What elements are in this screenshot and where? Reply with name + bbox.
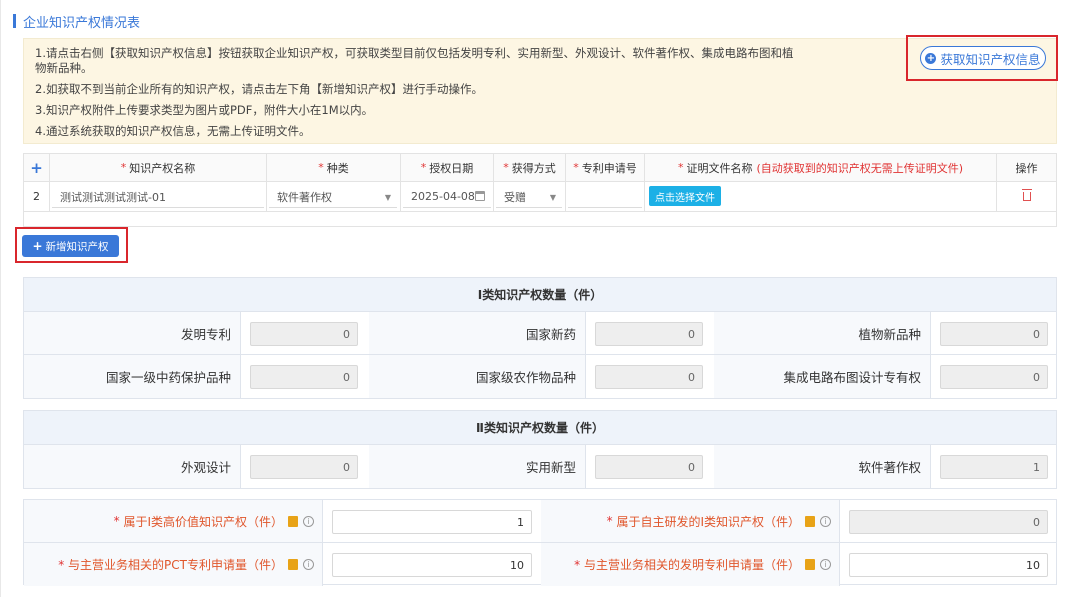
- value-software-copyright: 1: [940, 455, 1048, 479]
- header-acquire-method: * 获得方式: [494, 154, 566, 181]
- notice-line-1: 1.请点击右侧【获取知识产权信息】按钮获取企业知识产权，可获取类型目前仅包括发明…: [35, 46, 794, 60]
- invention-patent-apply-input[interactable]: 10: [849, 553, 1048, 577]
- label-class1-self-developed: * 属于自主研发的Ⅰ类知识产权（件） i: [541, 500, 840, 542]
- book-icon[interactable]: [805, 559, 815, 570]
- stats-row-1: * 属于Ⅰ类高价值知识产权（件） i 1 * 属于自主研发的Ⅰ类知识产权（件） …: [24, 500, 1056, 543]
- label-ic-layout: 集成电路布图设计专有权: [714, 355, 931, 398]
- ip-table-header: + * 知识产权名称 * 种类 * 授权日期 * 获得方式 * 专利申请号 * 证明文件名称…: [24, 154, 1056, 182]
- class1-title: Ⅰ类知识产权数量（件）: [24, 278, 1056, 312]
- grant-date-picker[interactable]: 2025-04-08: [403, 186, 491, 208]
- label-national-new-drug: 国家新药: [369, 312, 586, 354]
- section-title: 企业知识产权情况表: [23, 15, 141, 31]
- value-crop-variety: 0: [595, 365, 703, 389]
- info-icon[interactable]: i: [303, 559, 314, 570]
- ip-type-select[interactable]: 软件著作权 ▼: [269, 186, 397, 208]
- notice-line-2: 2.如获取不到当前企业所有的知识产权，请点击左下角【新增知识产权】进行手动操作。: [35, 82, 483, 96]
- value-design: 0: [250, 455, 358, 479]
- label-design: 外观设计: [24, 445, 241, 488]
- value-utility-model: 0: [595, 455, 703, 479]
- table-row: 2 测试测试测试测试-01 软件著作权 ▼ 2025-04-08 受赠 ▼ 点击…: [24, 182, 1056, 212]
- label-class1-high-value: * 属于Ⅰ类高价值知识产权（件） i: [24, 500, 323, 542]
- acquire-method-select[interactable]: 受赠 ▼: [496, 186, 562, 208]
- page-frame: 企业知识产权情况表 1.请点击右侧【获取知识产权信息】按钮获取企业知识产权，可获…: [0, 0, 1080, 597]
- plus-circle-icon: +: [925, 52, 937, 64]
- pct-patent-input[interactable]: 10: [332, 553, 532, 577]
- add-ip-label: 新增知识产权: [45, 240, 109, 253]
- value-new-plant-variety: 0: [940, 322, 1048, 346]
- delete-row-button[interactable]: [997, 182, 1056, 211]
- chevron-down-icon: ▼: [384, 193, 391, 202]
- notice-box: 1.请点击右侧【获取知识产权信息】按钮获取企业知识产权，可获取类型目前仅包括发明…: [23, 38, 1057, 144]
- label-new-plant-variety: 植物新品种: [714, 312, 931, 354]
- add-ip-button[interactable]: + 新增知识产权: [22, 235, 119, 257]
- class2-title: Ⅱ类知识产权数量（件）: [24, 411, 1056, 445]
- value-tcm-protection: 0: [250, 365, 358, 389]
- chevron-down-icon: ▼: [549, 193, 556, 202]
- fetch-ip-info-button[interactable]: + 获取知识产权信息: [920, 46, 1046, 70]
- stats-row-2: * 与主营业务相关的PCT专利申请量（件） i 10 * 与主营业务相关的发明专…: [24, 543, 1056, 586]
- class1-high-value-input[interactable]: 1: [332, 510, 532, 534]
- label-invention-patent: 发明专利: [24, 312, 241, 354]
- notice-line-1b: 物新品种。: [35, 61, 93, 75]
- book-icon[interactable]: [288, 559, 298, 570]
- notice-line-4: 4.通过系统获取的知识产权信息，无需上传证明文件。: [35, 124, 311, 138]
- book-icon[interactable]: [288, 515, 298, 527]
- add-row-button[interactable]: +: [24, 154, 50, 181]
- section-header: 企业知识产权情况表: [13, 12, 141, 31]
- header-ip-name: * 知识产权名称: [50, 154, 267, 181]
- class1-summary-table: Ⅰ类知识产权数量（件） 发明专利 0 国家新药 0 植物新品种 0 国家一级中药…: [23, 277, 1057, 399]
- label-utility-model: 实用新型: [369, 445, 586, 488]
- label-pct-patent: * 与主营业务相关的PCT专利申请量（件） i: [24, 543, 323, 586]
- ip-table: + * 知识产权名称 * 种类 * 授权日期 * 获得方式 * 专利申请号 * 证明文件名称…: [23, 153, 1057, 227]
- patent-no-input[interactable]: [568, 186, 642, 208]
- class1-row-1: 发明专利 0 国家新药 0 植物新品种 0: [24, 312, 1056, 355]
- class2-summary-table: Ⅱ类知识产权数量（件） 外观设计 0 实用新型 0 软件著作权 1: [23, 410, 1057, 489]
- plus-icon: +: [32, 239, 43, 253]
- value-national-new-drug: 0: [595, 322, 703, 346]
- label-software-copyright: 软件著作权: [714, 445, 931, 488]
- row-index: 2: [24, 182, 50, 211]
- ip-stats-form: * 属于Ⅰ类高价值知识产权（件） i 1 * 属于自主研发的Ⅰ类知识产权（件） …: [23, 499, 1057, 586]
- add-button-highlight: + 新增知识产权: [15, 227, 128, 263]
- fetch-ip-info-label: 获取知识产权信息: [940, 51, 1041, 67]
- header-ip-type: * 种类: [267, 154, 401, 181]
- label-tcm-protection: 国家一级中药保护品种: [24, 355, 241, 398]
- value-invention-patent: 0: [250, 322, 358, 346]
- info-icon[interactable]: i: [820, 559, 831, 570]
- calendar-icon: [475, 191, 485, 201]
- fetch-button-highlight: + 获取知识产权信息: [906, 35, 1058, 81]
- book-icon[interactable]: [805, 515, 815, 527]
- header-grant-date: * 授权日期: [401, 154, 494, 181]
- value-ic-layout: 0: [940, 365, 1048, 389]
- class1-row-2: 国家一级中药保护品种 0 国家级农作物品种 0 集成电路布图设计专有权 0: [24, 355, 1056, 398]
- title-accent-bar: [13, 14, 16, 28]
- notice-line-3: 3.知识产权附件上传要求类型为图片或PDF，附件大小在1M以内。: [35, 103, 374, 117]
- info-icon[interactable]: i: [303, 515, 314, 527]
- class1-self-developed-input: 0: [849, 510, 1048, 534]
- choose-file-button[interactable]: 点击选择文件: [649, 186, 721, 206]
- class2-row-1: 外观设计 0 实用新型 0 软件著作权 1: [24, 445, 1056, 488]
- trash-icon: [1021, 189, 1032, 201]
- label-invention-patent-apply: * 与主营业务相关的发明专利申请量（件） i: [541, 543, 840, 586]
- header-cert-file: * 证明文件名称 (自动获取到的知识产权无需上传证明文件): [645, 154, 997, 181]
- plus-icon: +: [30, 158, 43, 177]
- header-action: 操作: [1015, 161, 1038, 175]
- header-patent-no: * 专利申请号: [566, 154, 645, 181]
- label-crop-variety: 国家级农作物品种: [369, 355, 586, 398]
- info-icon[interactable]: i: [820, 515, 831, 527]
- ip-name-input[interactable]: 测试测试测试测试-01: [52, 186, 264, 208]
